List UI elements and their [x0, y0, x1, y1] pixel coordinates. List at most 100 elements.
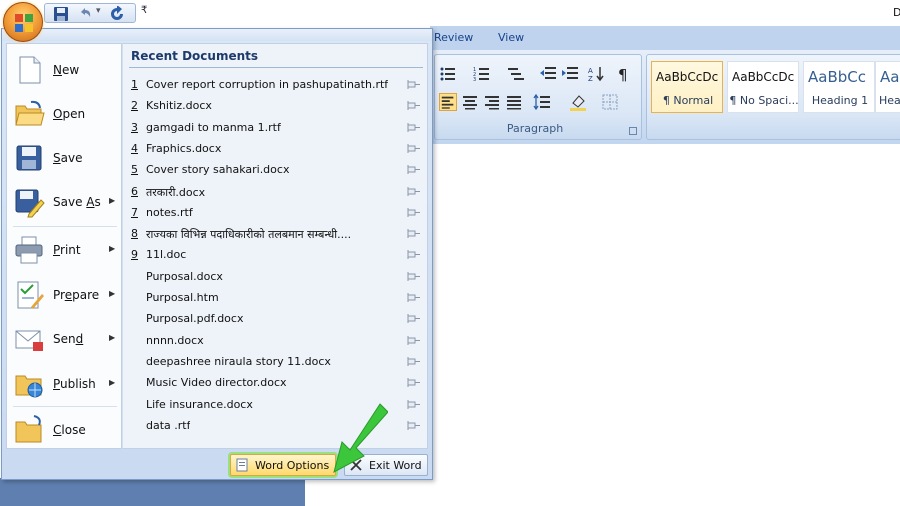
recent-document-item[interactable]: 4 Fraphics.docx: [123, 139, 427, 160]
pin-icon[interactable]: [407, 79, 421, 91]
recent-document-name: राज्यका विभिन्न पदाधिकारीको तलबमान सम्बन…: [146, 228, 352, 242]
recent-document-item[interactable]: nnnn.docx: [123, 331, 427, 352]
recent-document-item[interactable]: 1 Cover report corruption in pashupatinat…: [123, 75, 427, 96]
menu-publish[interactable]: Publish ▶: [7, 362, 121, 406]
recent-documents-title: Recent Documents: [131, 49, 259, 63]
bullets-icon[interactable]: [439, 65, 457, 83]
recent-document-item[interactable]: Music Video director.docx: [123, 373, 427, 394]
recent-document-name: 11l.doc: [146, 248, 187, 262]
decrease-indent-icon[interactable]: [539, 65, 557, 83]
pin-icon[interactable]: [407, 207, 421, 219]
pin-icon[interactable]: [407, 228, 421, 240]
word-options-icon: [236, 458, 248, 472]
pin-icon[interactable]: [407, 186, 421, 198]
align-left-icon[interactable]: [439, 93, 457, 111]
customize-quick-access-icon[interactable]: ₹: [141, 5, 147, 16]
shading-icon[interactable]: [569, 93, 587, 111]
undo-icon[interactable]: [77, 6, 93, 22]
multilevel-list-icon[interactable]: [507, 65, 525, 83]
recent-document-item[interactable]: Purposal.htm: [123, 288, 427, 309]
pin-icon[interactable]: [407, 377, 421, 389]
menu-new[interactable]: New: [7, 48, 121, 92]
increase-indent-icon[interactable]: [561, 65, 579, 83]
menu-save-as[interactable]: Save As ▶: [7, 180, 121, 224]
menu-save[interactable]: Save: [7, 136, 121, 180]
paragraph-dialog-launcher[interactable]: [629, 127, 637, 135]
recent-document-name: Cover story sahakari.docx: [146, 163, 290, 177]
undo-dropdown-icon[interactable]: ▾: [96, 6, 101, 16]
pin-icon[interactable]: [407, 356, 421, 368]
pin-icon[interactable]: [407, 335, 421, 347]
menu-send[interactable]: Send ▶: [7, 317, 121, 361]
pin-icon[interactable]: [407, 100, 421, 112]
styles-gallery: AaBbCcDc ¶ Normal AaBbCcDc ¶ No Spaci...…: [646, 54, 900, 140]
pin-icon[interactable]: [407, 164, 421, 176]
sort-icon[interactable]: AZ: [587, 65, 605, 83]
publish-icon: [15, 375, 43, 398]
svg-text:A: A: [588, 67, 593, 75]
menu-prepare[interactable]: Prepare ▶: [7, 273, 121, 317]
send-icon: [15, 330, 43, 351]
recent-document-name: Kshitiz.docx: [146, 99, 212, 113]
recent-document-number: 1: [131, 78, 138, 91]
save-as-icon: [15, 189, 45, 218]
menu-separator: [13, 226, 117, 227]
style-heading-1[interactable]: AaBbCc Heading 1: [803, 61, 875, 113]
recent-document-name: Life insurance.docx: [146, 397, 253, 411]
svg-text:¶: ¶: [618, 66, 628, 83]
recent-document-item[interactable]: 5 Cover story sahakari.docx: [123, 160, 427, 181]
save-icon[interactable]: [53, 6, 69, 22]
style-heading-2[interactable]: AaI Hea: [875, 61, 900, 113]
recent-document-number: 2: [131, 99, 138, 113]
submenu-arrow-icon: ▶: [109, 244, 116, 253]
recent-document-item[interactable]: Purposal.docx: [123, 267, 427, 288]
recent-document-name: Music Video director.docx: [146, 376, 287, 390]
pin-icon[interactable]: [407, 420, 421, 432]
style-name: Hea: [879, 94, 900, 107]
recent-document-name: notes.rtf: [146, 205, 193, 219]
recent-document-item[interactable]: 2 Kshitiz.docx: [123, 96, 427, 117]
justify-icon[interactable]: [505, 93, 523, 111]
menu-open[interactable]: Open: [7, 92, 121, 136]
show-formatting-icon[interactable]: ¶: [615, 65, 633, 83]
recent-document-item[interactable]: 6 तरकारी.docx: [123, 182, 427, 203]
word-options-button[interactable]: Word Options: [230, 454, 336, 476]
pin-icon[interactable]: [407, 122, 421, 134]
menu-item-label: Prepare: [53, 288, 100, 302]
recent-document-name: Purposal.pdf.docx: [146, 312, 244, 326]
line-spacing-icon[interactable]: [533, 93, 551, 111]
recent-document-number: 4: [131, 141, 138, 155]
align-center-icon[interactable]: [461, 93, 479, 111]
style-sample: AaI: [880, 68, 900, 86]
menu-print[interactable]: Print ▶: [7, 228, 121, 272]
recent-document-number: 8: [131, 227, 138, 241]
recent-document-item[interactable]: 3 gamgadi to manma 1.rtf: [123, 118, 427, 139]
numbering-icon[interactable]: 123: [473, 65, 491, 83]
pin-icon[interactable]: [407, 399, 421, 411]
document-background: [0, 478, 305, 506]
word-window: ▾ ₹ D Review View 123 AZ ¶ Paragraph AaB…: [0, 0, 900, 506]
menu-item-label: Open: [53, 107, 86, 121]
recent-document-item[interactable]: 9 11l.doc: [123, 245, 427, 266]
style-sample: AaBbCcDc: [732, 70, 795, 84]
style-normal[interactable]: AaBbCcDc ¶ Normal: [651, 61, 723, 113]
pin-icon[interactable]: [407, 313, 421, 325]
tab-view[interactable]: View: [498, 31, 524, 44]
pin-icon[interactable]: [407, 143, 421, 155]
recent-document-item[interactable]: 7 notes.rtf: [123, 203, 427, 224]
quick-access-bar: ▾: [44, 3, 136, 23]
recent-document-item[interactable]: 8 राज्यका विभिन्न पदाधिकारीको तलबमान सम्ब…: [123, 224, 427, 245]
redo-icon[interactable]: [109, 6, 125, 22]
tab-review[interactable]: Review: [434, 31, 473, 44]
pin-icon[interactable]: [407, 271, 421, 283]
borders-icon[interactable]: [601, 93, 619, 111]
office-button[interactable]: [3, 2, 43, 42]
pin-icon[interactable]: [407, 292, 421, 304]
pin-icon[interactable]: [407, 249, 421, 261]
align-right-icon[interactable]: [483, 93, 501, 111]
close-folder-icon: [15, 415, 42, 443]
recent-document-item[interactable]: deepashree niraula story 11.docx: [123, 352, 427, 373]
recent-document-item[interactable]: Purposal.pdf.docx: [123, 309, 427, 330]
style-no-spacing[interactable]: AaBbCcDc ¶ No Spaci...: [727, 61, 799, 113]
menu-close[interactable]: Close: [7, 408, 121, 452]
